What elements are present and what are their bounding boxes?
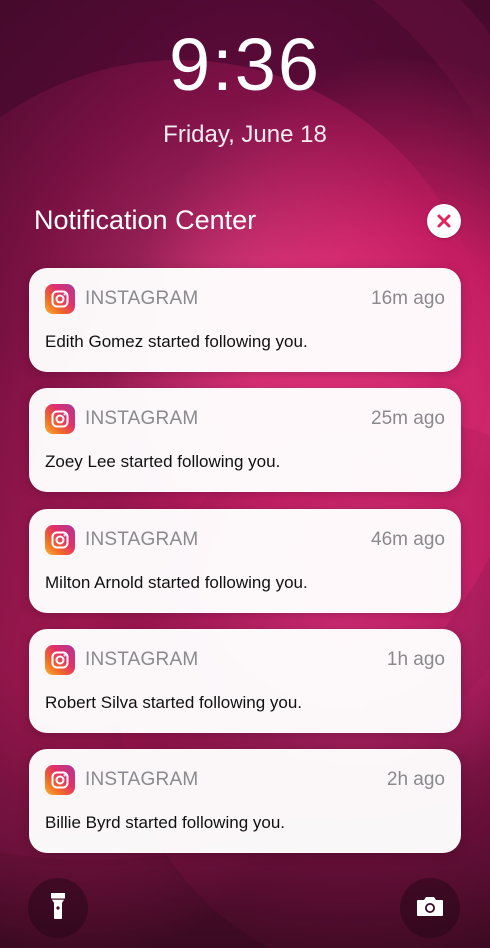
- notification-message: Edith Gomez started following you.: [45, 332, 308, 351]
- camera-icon: [415, 894, 445, 923]
- notification-card[interactable]: INSTAGRAM 25m ago Zoey Lee started follo…: [29, 388, 461, 492]
- notification-app-name: INSTAGRAM: [85, 649, 199, 670]
- notification-card[interactable]: INSTAGRAM 16m ago Edith Gomez started fo…: [29, 268, 461, 372]
- notification-time: 46m ago: [371, 529, 445, 550]
- notification-time: 1h ago: [386, 649, 445, 670]
- lockscreen-date: Friday, June 18: [163, 121, 327, 148]
- instagram-icon: [45, 404, 75, 434]
- notification-message: Billie Byrd started following you.: [45, 813, 286, 832]
- flashlight-button[interactable]: [28, 878, 88, 938]
- notification-app-name: INSTAGRAM: [85, 288, 199, 309]
- close-button[interactable]: [427, 204, 461, 238]
- notification-center-title: Notification Center: [34, 205, 257, 235]
- instagram-icon: [45, 645, 75, 675]
- notification-app-name: INSTAGRAM: [85, 529, 199, 550]
- camera-button[interactable]: [400, 878, 460, 938]
- notification-message: Milton Arnold started following you.: [45, 573, 308, 592]
- instagram-icon: [45, 525, 75, 555]
- notification-time: 25m ago: [371, 408, 445, 429]
- notification-card[interactable]: INSTAGRAM 1h ago Robert Silva started fo…: [29, 629, 461, 733]
- notification-app-name: INSTAGRAM: [85, 408, 199, 429]
- lockscreen-time: 9:36: [168, 23, 322, 106]
- notification-app-name: INSTAGRAM: [85, 769, 199, 790]
- flashlight-icon: [47, 891, 69, 926]
- notification-message: Zoey Lee started following you.: [45, 452, 281, 471]
- instagram-icon: [45, 284, 75, 314]
- notification-message: Robert Silva started following you.: [45, 693, 303, 712]
- notification-time: 2h ago: [386, 769, 445, 790]
- notification-card[interactable]: INSTAGRAM 46m ago Milton Arnold started …: [29, 509, 461, 613]
- close-x-icon: [436, 213, 452, 229]
- notification-card[interactable]: INSTAGRAM 2h ago Billie Byrd started fol…: [29, 749, 461, 853]
- instagram-icon: [45, 765, 75, 795]
- notification-time: 16m ago: [371, 288, 445, 309]
